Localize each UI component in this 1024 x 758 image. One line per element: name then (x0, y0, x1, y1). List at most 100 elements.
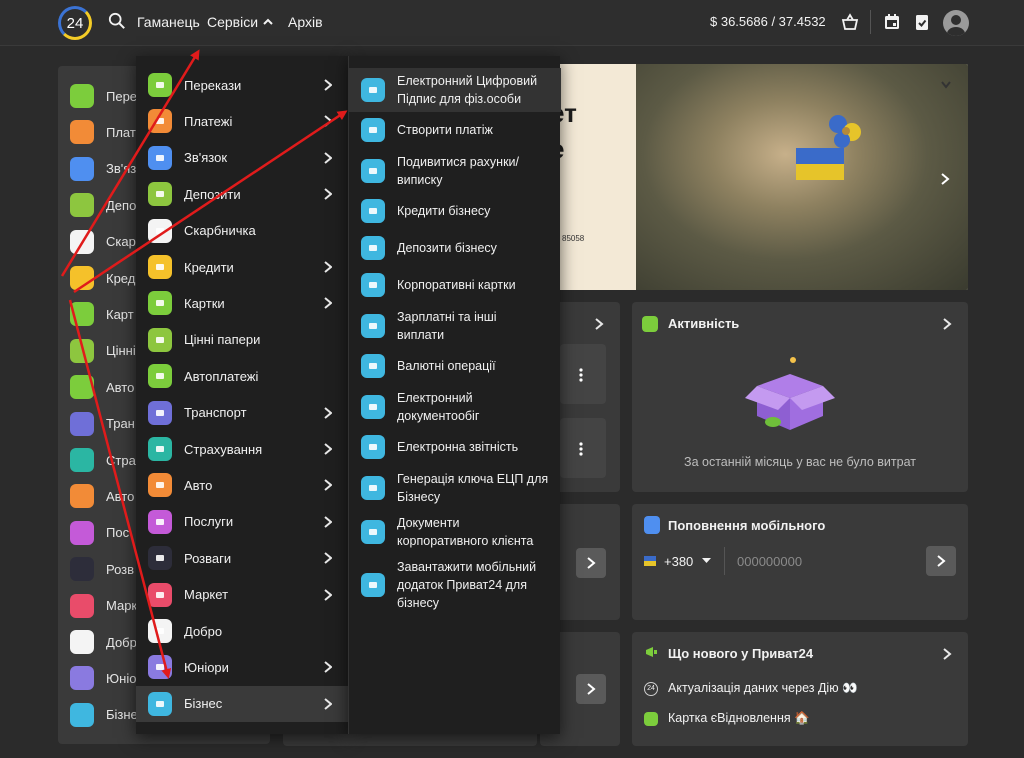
search-icon[interactable] (108, 12, 126, 30)
menu-item-label: Авто (184, 477, 213, 493)
submenu-item[interactable]: Корпоративні картки (349, 267, 561, 303)
menu-item[interactable]: Зв'язок (136, 140, 348, 176)
submenu-item[interactable]: Електронна звітність (349, 429, 561, 465)
menu-item[interactable]: Кредити (136, 249, 348, 285)
menu-item[interactable]: Перекази (136, 67, 348, 103)
menu-item-label: Скарбничка (184, 223, 256, 239)
menu-item[interactable]: Платежі (136, 103, 348, 139)
service-icon (70, 375, 94, 400)
chevron-right-icon[interactable] (942, 318, 952, 330)
privat24-logo[interactable]: 24 (58, 6, 92, 40)
business-service-icon (361, 354, 385, 378)
privat24-small-icon: 24 (644, 681, 658, 696)
account-panel[interactable] (560, 418, 606, 478)
calendar-icon[interactable] (882, 12, 902, 32)
submenu-item-line: Корпоративні картки (397, 278, 516, 292)
empty-activity-text: За останній місяць у вас не було витрат (684, 455, 916, 469)
go-button[interactable] (576, 674, 606, 704)
menu-item[interactable]: Транспорт (136, 395, 348, 431)
activity-title: Активність (668, 316, 740, 331)
menu-item[interactable]: Послуги (136, 504, 348, 540)
menu-item[interactable]: Юніори (136, 649, 348, 685)
menu-item[interactable]: Цінні папери (136, 322, 348, 358)
menu-item[interactable]: Розваги (136, 540, 348, 576)
bg-sidebar-item-label: Авто (106, 379, 135, 395)
banner-small-text: 85058 (562, 234, 585, 243)
basket-icon[interactable] (840, 12, 860, 32)
menu-item[interactable]: Страхування (136, 431, 348, 467)
submenu-item[interactable]: Електронний Цифровий Підпис для фіз.особи (349, 68, 561, 112)
phone-number-input[interactable] (724, 547, 914, 575)
service-icon (70, 84, 94, 108)
submenu-item-label: Подивитися рахунки/виписку (397, 153, 519, 189)
menu-item[interactable]: Депозити (136, 176, 348, 212)
menu-item-label: Маркет (184, 587, 229, 603)
menu-item[interactable]: Маркет (136, 577, 348, 613)
submenu-item-line: Завантажити мобільний (397, 560, 537, 574)
submenu-item[interactable]: Зарплатні та інші виплати (349, 304, 561, 348)
service-icon (148, 437, 172, 461)
topup-go-button[interactable] (926, 546, 956, 576)
menu-item[interactable]: Скарбничка (136, 213, 348, 249)
service-icon (70, 302, 94, 327)
menu-item-label: Страхування (184, 441, 263, 457)
avatar[interactable] (943, 10, 969, 36)
submenu-item-label: Завантажити мобільний додаток Приват24 дл… (397, 558, 536, 612)
submenu-item[interactable]: Генерація ключа ЕЦП для Бізнесу (349, 466, 561, 510)
news-title: Що нового у Приват24 (668, 646, 814, 661)
news-item[interactable]: 24 Актуалізація даних через Дію 👀 (644, 681, 858, 696)
submenu-item-line: Валютні операції (397, 359, 496, 373)
bg-sidebar-item-label: Карт (106, 306, 134, 322)
submenu-item-line: Електронний (397, 391, 473, 405)
submenu-item-label: Депозити бізнесу (397, 239, 497, 257)
menu-item[interactable]: Картки (136, 285, 348, 321)
menu-item-label: Автоплатежі (184, 368, 259, 384)
menu-item-label: Цінні папери (184, 332, 261, 348)
service-icon (70, 448, 94, 472)
submenu-item[interactable]: Електронний документообіг (349, 385, 561, 429)
account-panel[interactable] (560, 344, 606, 404)
submenu-item-line: Створити платіж (397, 123, 493, 137)
menu-item-label: Картки (184, 295, 225, 311)
submenu-item-label: Генерація ключа ЕЦП для Бізнесу (397, 470, 548, 506)
service-icon (70, 266, 94, 290)
business-service-icon (361, 159, 385, 183)
bg-sidebar-item-label: Стра (106, 452, 136, 468)
service-icon (70, 338, 94, 363)
submenu-item[interactable]: Кредити бізнесу (349, 193, 561, 229)
chevron-down-icon[interactable] (702, 558, 711, 564)
more-icon[interactable] (578, 368, 584, 382)
submenu-item-label: Створити платіж (397, 121, 493, 139)
menu-item[interactable]: Авто (136, 467, 348, 503)
submenu-item-label: Зарплатні та інші виплати (397, 308, 497, 344)
chevron-right-icon (324, 188, 332, 200)
nav-services[interactable]: Сервіси (207, 14, 258, 30)
submenu-item[interactable]: Валютні операції (349, 348, 561, 384)
bg-sidebar-item-label: Бізне (106, 707, 138, 723)
country-code[interactable]: +380 (664, 554, 693, 569)
submenu-item[interactable]: Подивитися рахунки/виписку (349, 149, 561, 193)
submenu-item[interactable]: Завантажити мобільний додаток Приват24 дл… (349, 554, 561, 616)
chevron-right-icon[interactable] (594, 318, 604, 330)
tasks-icon[interactable] (912, 12, 932, 32)
banner-collapse-icon[interactable] (940, 80, 952, 90)
menu-item[interactable]: Бізнес (136, 685, 348, 722)
nav-wallet[interactable]: Гаманець (137, 14, 200, 30)
menu-item[interactable]: Добро (136, 613, 348, 649)
promo-banner[interactable]: ет е 85058 (540, 64, 968, 290)
banner-next-icon[interactable] (940, 172, 950, 186)
service-icon (148, 582, 172, 607)
more-icon[interactable] (578, 442, 584, 456)
submenu-item[interactable]: Депозити бізнесу (349, 230, 561, 266)
news-item[interactable]: Картка єВідновлення 🏠 (644, 711, 810, 726)
go-button[interactable] (576, 548, 606, 578)
chevron-right-icon[interactable] (942, 648, 952, 660)
menu-item[interactable]: Автоплатежі (136, 358, 348, 394)
service-icon (148, 400, 172, 425)
chevron-up-icon[interactable] (262, 16, 274, 28)
chevron-right-icon (324, 516, 332, 528)
nav-archive[interactable]: Архів (288, 14, 323, 30)
submenu-item[interactable]: Створити платіж (349, 112, 561, 148)
chevron-right-icon (324, 79, 332, 91)
submenu-item[interactable]: Документи корпоративного клієнта (349, 510, 561, 554)
